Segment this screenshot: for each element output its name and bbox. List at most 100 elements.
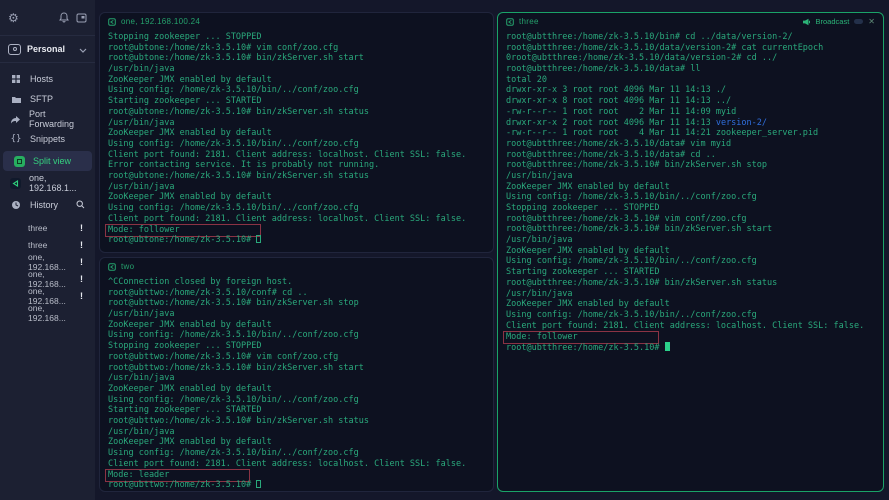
- terminal-line: /usr/bin/java: [506, 235, 875, 246]
- terminal-line: Stopping zookeeper ... STOPPED: [108, 341, 485, 352]
- terminal-line: Using config: /home/zk-3.5.10/bin/../con…: [506, 192, 875, 203]
- directory-name: version-2/: [716, 118, 767, 128]
- terminal-icon: [506, 18, 514, 26]
- sidebar-item-label: Hosts: [30, 74, 53, 84]
- terminal-line: 0root@ubtthree:/home/zk-3.5.10/data/vers…: [506, 53, 875, 64]
- terminal-line: root@ubtthree:/home/zk-3.5.10# vim conf/…: [506, 214, 875, 225]
- sidebar: ⚙ Personal Hosts: [0, 0, 95, 500]
- sidebar-item-label: one, 192.168.1...: [29, 173, 85, 193]
- terminal-pane-two: two ^CConnection closed by foreign host.…: [99, 257, 494, 492]
- terminal-line: Mode: follower: [108, 224, 485, 235]
- terminal-line: root@ubtthree:/home/zk-3.5.10/data/versi…: [506, 43, 875, 54]
- history-list-item[interactable]: one, 192.168...: [0, 304, 95, 321]
- terminal-line: Using config: /home/zk-3.5.10/bin/../con…: [108, 395, 485, 406]
- terminal-line: Stopping zookeeper ... STOPPED: [108, 32, 485, 43]
- terminal-output[interactable]: Stopping zookeeper ... STOPPEDroot@ubton…: [100, 30, 493, 248]
- pane-title: two: [121, 262, 134, 271]
- sidebar-item-port-forwarding[interactable]: Port Forwarding: [0, 109, 95, 129]
- terminal-line: root@ubtthree:/home/zk-3.5.10/bin# cd ..…: [506, 32, 875, 43]
- terminal-line: Starting zookeeper ... STARTED: [108, 96, 485, 107]
- alert-badge: !: [80, 240, 83, 250]
- terminal-output[interactable]: ^CConnection closed by foreign host. root…: [100, 275, 493, 492]
- terminal-line: ZooKeeper JMX enabled by default: [108, 384, 485, 395]
- terminal-output[interactable]: root@ubtthree:/home/zk-3.5.10/bin# cd ..…: [498, 30, 883, 355]
- terminal-line: Using config: /home/zk-3.5.10/bin/../con…: [108, 85, 485, 96]
- sidebar-item-snippets[interactable]: {} Snippets: [0, 129, 95, 149]
- terminal-line: ZooKeeper JMX enabled by default: [108, 75, 485, 86]
- terminal-line: Starting zookeeper ... STARTED: [108, 405, 485, 416]
- terminal-line: total 20: [506, 75, 875, 86]
- terminal-line: Client port found: 2181. Client address:…: [108, 459, 485, 470]
- terminal-line: ZooKeeper JMX enabled by default: [108, 192, 485, 203]
- history-item-label: three: [28, 240, 47, 250]
- history-list-item[interactable]: one, 192.168...!: [0, 287, 95, 304]
- terminal-line: root@ubtthree:/home/zk-3.5.10# bin/zkSer…: [506, 278, 875, 289]
- broadcast-icon: [802, 18, 811, 26]
- new-window-icon[interactable]: [76, 13, 87, 23]
- terminal-line: -rw-r--r-- 1 root root 2 Mar 11 14:09 my…: [506, 107, 875, 118]
- close-icon[interactable]: ✕: [868, 18, 875, 26]
- broadcast-label[interactable]: Broadcast: [816, 17, 850, 26]
- terminal-line: root@ubtthree:/home/zk-3.5.10# bin/zkSer…: [506, 224, 875, 235]
- search-icon[interactable]: [76, 200, 85, 211]
- terminal-line: Starting zookeeper ... STARTED: [506, 267, 875, 278]
- terminal-line: /usr/bin/java: [108, 427, 485, 438]
- terminal-line: Using config: /home/zk-3.5.10/bin/../con…: [108, 448, 485, 459]
- history-list-item[interactable]: one, 192.168...!: [0, 270, 95, 287]
- terminal-line: Using config: /home/zk-3.5.10/bin/../con…: [108, 203, 485, 214]
- settings-gear-icon[interactable]: ⚙: [8, 12, 19, 24]
- alert-badge: !: [80, 257, 83, 267]
- terminal-line: Client port found: 2181. Client address:…: [108, 150, 485, 161]
- terminal-line: Using config: /home/zk-3.5.10/bin/../con…: [506, 256, 875, 267]
- sidebar-item-label: History: [30, 200, 58, 210]
- pane-header[interactable]: two: [100, 258, 493, 275]
- terminal-line: /usr/bin/java: [506, 171, 875, 182]
- terminal-line: ZooKeeper JMX enabled by default: [506, 246, 875, 257]
- history-item-label: one, 192.168...: [28, 303, 83, 323]
- pane-header[interactable]: three Broadcast ✕: [498, 13, 883, 30]
- terminal-line: ZooKeeper JMX enabled by default: [506, 182, 875, 193]
- folder-icon: [10, 95, 22, 104]
- sidebar-item-split-view[interactable]: Split view: [3, 151, 92, 171]
- chevron-down-icon: [79, 40, 87, 58]
- sidebar-item-hosts[interactable]: Hosts: [0, 69, 95, 89]
- terminal-line: Using config: /home/zk-3.5.10/bin/../con…: [108, 139, 485, 150]
- terminal-line: ZooKeeper JMX enabled by default: [108, 437, 485, 448]
- terminal-line: /usr/bin/java: [108, 64, 485, 75]
- pane-title: three: [519, 17, 539, 26]
- terminal-icon: [108, 263, 116, 271]
- terminal-line: root@ubtthree:/home/zk-3.5.10/data# cd .…: [506, 150, 875, 161]
- terminal-line: root@ubtone:/home/zk-3.5.10# bin/zkServe…: [108, 53, 485, 64]
- sidebar-topbar: ⚙: [0, 0, 95, 36]
- terminal-line: ZooKeeper JMX enabled by default: [108, 128, 485, 139]
- sidebar-item-history[interactable]: History: [0, 195, 95, 215]
- terminal-line: root@ubtthree:/home/zk-3.5.10/data# vim …: [506, 139, 875, 150]
- workspace-selector[interactable]: Personal: [0, 36, 95, 63]
- terminal-area: one, 192.168.100.24 Stopping zookeeper .…: [95, 0, 889, 500]
- terminal-line: root@ubtone:/home/zk-3.5.10# vim conf/zo…: [108, 43, 485, 54]
- terminal-line: /usr/bin/java: [108, 118, 485, 129]
- sidebar-item-label: Port Forwarding: [29, 109, 85, 129]
- terminal-line: root@ubtthree:/home/zk-3.5.10# bin/zkSer…: [506, 160, 875, 171]
- sidebar-nav: Hosts SFTP Port Forwarding {} Snippets: [0, 63, 95, 193]
- pane-header[interactable]: one, 192.168.100.24: [100, 13, 493, 30]
- terminal-cursor: [665, 342, 670, 351]
- terminal-line: root@ubttwo:/home/zk-3.5.10#: [108, 480, 485, 491]
- terminal-line: ^CConnection closed by foreign host.: [108, 277, 485, 288]
- sidebar-item-sftp[interactable]: SFTP: [0, 89, 95, 109]
- terminal-line: -rw-r--r-- 1 root root 4 Mar 11 14:21 zo…: [506, 128, 875, 139]
- terminal-line: /usr/bin/java: [108, 182, 485, 193]
- terminal-line: Client port found: 2181. Client address:…: [506, 321, 875, 332]
- broadcast-toggle[interactable]: [854, 19, 863, 24]
- history-item-label: three: [28, 223, 47, 233]
- history-clock-icon: [10, 200, 22, 210]
- braces-icon: {}: [10, 134, 22, 144]
- terminal-line: /usr/bin/java: [108, 373, 485, 384]
- history-list-item[interactable]: one, 192.168...!: [0, 253, 95, 270]
- sidebar-item-active-terminal[interactable]: one, 192.168.1...: [0, 173, 95, 193]
- terminal-line: Using config: /home/zk-3.5.10/bin/../con…: [108, 330, 485, 341]
- history-list-item[interactable]: three!: [0, 219, 95, 236]
- history-list-item[interactable]: three!: [0, 236, 95, 253]
- notifications-bell-icon[interactable]: [59, 12, 69, 23]
- terminal-line: root@ubtthree:/home/zk-3.5.10#: [506, 342, 875, 353]
